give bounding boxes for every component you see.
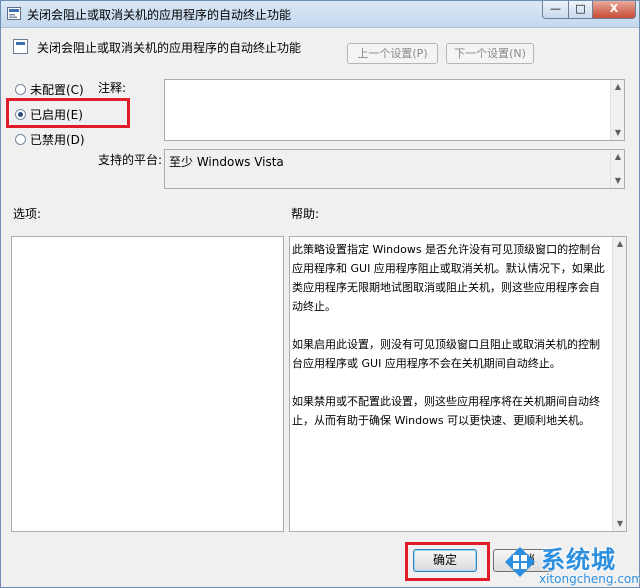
maximize-icon: □	[575, 2, 586, 15]
scroll-down-icon[interactable]: ▼	[611, 175, 625, 187]
minimize-button[interactable]: —	[542, 1, 569, 19]
enabled-highlight-box	[6, 98, 130, 128]
options-panel	[11, 236, 284, 532]
ok-highlight-box	[405, 542, 490, 581]
comment-textarea[interactable]: ▲ ▼	[164, 79, 625, 141]
platform-scrollbar[interactable]: ▲ ▼	[610, 150, 624, 188]
policy-icon	[7, 7, 21, 20]
window-title: 关闭会阻止或取消关机的应用程序的自动终止功能	[27, 8, 292, 22]
minimize-icon: —	[550, 2, 561, 15]
help-label: 帮助:	[291, 207, 320, 221]
policy-dialog: 关闭会阻止或取消关机的应用程序的自动终止功能 — □ X 关闭会阻止或取消关机的…	[0, 0, 640, 588]
next-setting-button[interactable]: 下一个设置(N)	[446, 43, 534, 64]
radio-not-configured-indicator	[15, 84, 26, 95]
close-icon: X	[609, 2, 619, 15]
platform-value: 至少 Windows Vista	[169, 155, 284, 169]
setting-title: 关闭会阻止或取消关机的应用程序的自动终止功能	[37, 41, 302, 55]
scroll-up-icon[interactable]: ▲	[613, 238, 627, 250]
options-label: 选项:	[13, 207, 42, 221]
comment-label: 注释:	[98, 81, 127, 95]
maximize-button[interactable]: □	[568, 1, 593, 19]
help-paragraph: 如果禁用或不配置此设置，则这些应用程序将在关机期间自动终止，从而有助于确保 Wi…	[292, 395, 600, 427]
watermark-logo-icon	[505, 547, 535, 577]
radio-not-configured[interactable]: 未配置(C)	[15, 81, 84, 99]
close-button[interactable]: X	[592, 1, 636, 19]
scroll-down-icon[interactable]: ▼	[611, 127, 625, 139]
help-paragraph: 此策略设置指定 Windows 是否允许没有可见顶级窗口的控制台应用程序和 GU…	[292, 243, 605, 313]
help-panel: 此策略设置指定 Windows 是否允许没有可见顶级窗口的控制台应用程序和 GU…	[289, 236, 627, 532]
watermark-brand: 系统城	[541, 546, 616, 574]
help-scrollbar[interactable]: ▲ ▼	[612, 237, 626, 531]
radio-disabled[interactable]: 已禁用(D)	[15, 131, 85, 149]
scroll-down-icon[interactable]: ▼	[613, 518, 627, 530]
help-paragraph: 如果启用此设置，则没有可见顶级窗口且阻止或取消关机的控制台应用程序或 GUI 应…	[292, 338, 600, 370]
scroll-up-icon[interactable]: ▲	[611, 81, 625, 93]
previous-setting-button[interactable]: 上一个设置(P)	[347, 43, 438, 64]
setting-icon	[13, 39, 28, 54]
title-bar: 关闭会阻止或取消关机的应用程序的自动终止功能 — □ X	[1, 1, 639, 28]
radio-disabled-label: 已禁用(D)	[30, 133, 85, 147]
radio-not-configured-label: 未配置(C)	[30, 83, 84, 97]
watermark-url: xitongcheng.com	[539, 572, 640, 586]
watermark: 系统城 xitongcheng.com	[497, 537, 640, 587]
platform-label: 支持的平台:	[98, 153, 163, 167]
platform-field: 至少 Windows Vista ▲ ▼	[164, 149, 625, 189]
comment-scrollbar[interactable]: ▲ ▼	[610, 80, 624, 140]
scroll-up-icon[interactable]: ▲	[611, 151, 625, 163]
help-text: 此策略设置指定 Windows 是否允许没有可见顶级窗口的控制台应用程序和 GU…	[292, 240, 608, 449]
radio-disabled-indicator	[15, 134, 26, 145]
